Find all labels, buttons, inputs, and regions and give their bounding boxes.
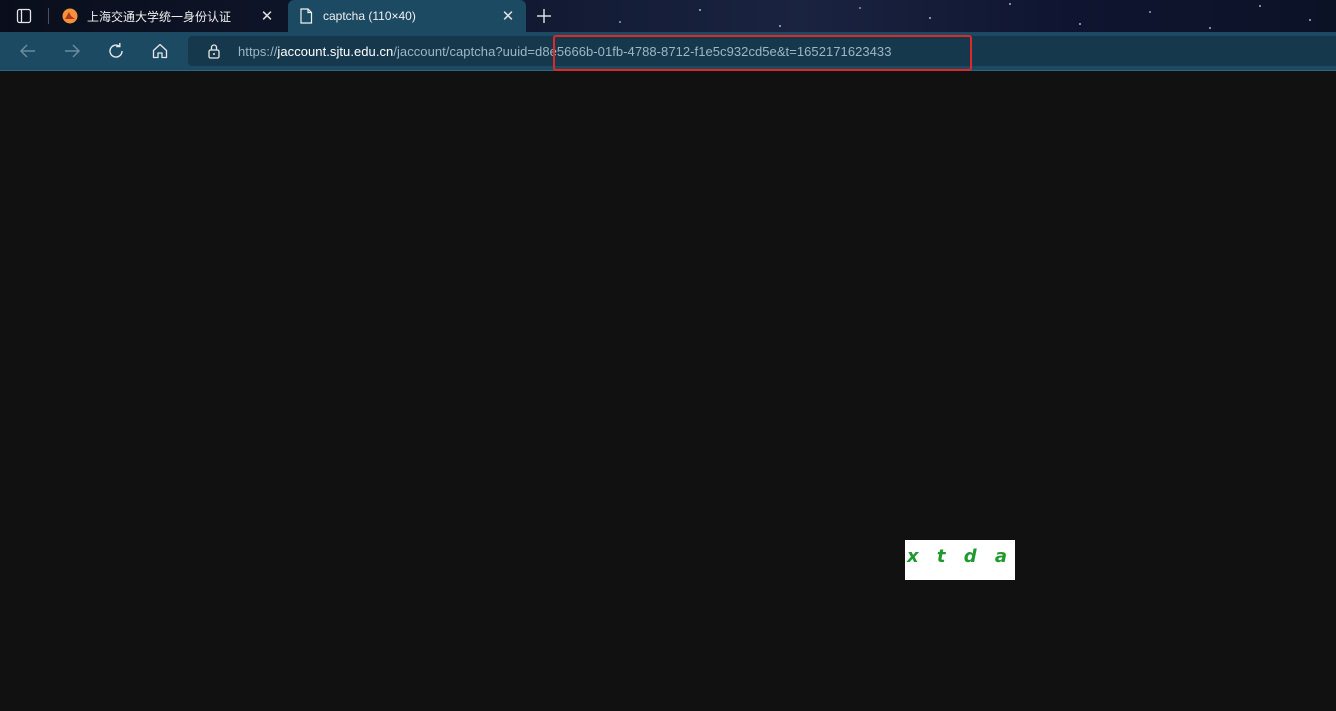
sjtu-logo-icon [62,8,78,24]
tab-strip: 上海交通大学统一身份认证 ✕ captcha (110×40) ✕ [0,0,1336,32]
captcha-text: x t d a [907,546,1014,567]
toolbar: https://jaccount.sjtu.edu.cn/jaccount/ca… [0,32,1336,71]
url-prefix: https:// [238,43,278,59]
tab-title: 上海交通大学统一身份认证 [87,9,232,24]
browser-window: 上海交通大学统一身份认证 ✕ captcha (110×40) ✕ https:… [0,0,1336,711]
home-button[interactable] [147,39,173,63]
refresh-icon [109,43,123,58]
page-content: x t d a [0,71,1336,711]
forward-button[interactable] [59,39,85,63]
captcha-image: x t d a [905,540,1015,580]
url-text: https://jaccount.sjtu.edu.cn/jaccount/ca… [238,44,892,59]
tab-actions-icon[interactable] [8,4,40,28]
url-host: jaccount.sjtu.edu.cn [277,43,394,59]
tab-separator [48,8,49,24]
arrow-right-icon [65,44,80,58]
address-bar[interactable]: https://jaccount.sjtu.edu.cn/jaccount/ca… [188,36,1336,66]
tab-sjtu-login[interactable]: 上海交通大学统一身份认证 ✕ [52,0,285,32]
back-button[interactable] [15,39,41,63]
arrow-left-icon [20,44,35,58]
plus-icon [537,9,551,23]
lock-icon[interactable] [206,43,222,59]
url-path: /jaccount/captcha?uuid=d8e5666b-01fb-478… [393,43,892,59]
tab-title: captcha (110×40) [323,9,416,23]
home-icon [152,43,168,59]
refresh-button[interactable] [103,39,129,63]
tab-captcha[interactable]: captcha (110×40) ✕ [288,0,526,32]
new-tab-button[interactable] [532,4,556,28]
close-icon[interactable]: ✕ [500,8,516,24]
close-icon[interactable]: ✕ [259,8,275,24]
page-icon [298,8,314,24]
